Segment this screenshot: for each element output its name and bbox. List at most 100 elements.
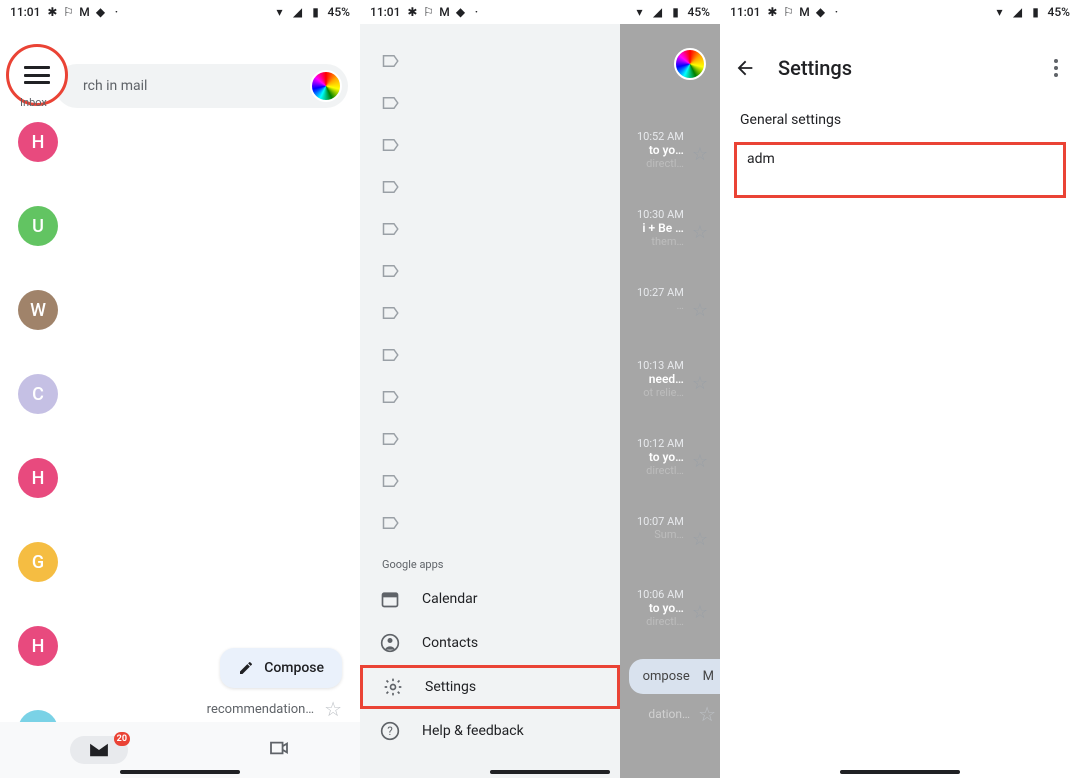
- inbox-top: rch in mail: [0, 24, 360, 94]
- message-text: 10:07 AM Sum…: [620, 515, 684, 541]
- wifi-icon: ▾: [274, 6, 286, 18]
- compose-button-bk[interactable]: ompose M: [629, 659, 720, 694]
- nav-handle[interactable]: [840, 770, 960, 774]
- drawer-label-item[interactable]: [360, 292, 620, 334]
- star-icon[interactable]: ☆: [692, 451, 708, 472]
- star-icon[interactable]: ☆: [692, 529, 708, 550]
- drawer-label-item[interactable]: [360, 40, 620, 82]
- nav-mail-tab[interactable]: 20: [70, 736, 128, 764]
- status-time: 11:01: [370, 5, 400, 19]
- label-tag-icon: [382, 222, 400, 236]
- sender-avatar[interactable]: C: [18, 374, 58, 414]
- drawer-label-settings: Settings: [425, 679, 476, 695]
- star-icon[interactable]: ☆: [692, 602, 708, 623]
- label-tag-icon: [382, 306, 400, 320]
- panel-settings: 11:01 ✱ ⚐ M ◆ · ▾ ◢ ▮ 45% Settings Gener…: [720, 0, 1080, 778]
- svg-text:?: ?: [387, 724, 393, 738]
- compose-button[interactable]: Compose: [220, 648, 342, 688]
- drawer-label-item[interactable]: [360, 124, 620, 166]
- status-right: ▾ ◢ ▮ 45%: [274, 5, 350, 19]
- drawer-label-item[interactable]: [360, 208, 620, 250]
- video-icon: [268, 740, 290, 756]
- drawer-label-item[interactable]: [360, 460, 620, 502]
- star-icon[interactable]: ☆: [698, 702, 716, 726]
- mail-badge: 20: [114, 732, 130, 746]
- message-text: 10:13 AM need… ot relie…: [620, 359, 684, 399]
- nav-handle[interactable]: [490, 770, 610, 774]
- settings-title: Settings: [778, 56, 852, 80]
- sender-avatar[interactable]: H: [18, 626, 58, 666]
- profile-avatar[interactable]: [674, 48, 706, 80]
- drawer-item-help[interactable]: ? Help & feedback: [360, 709, 620, 753]
- sender-avatar[interactable]: G: [18, 542, 58, 582]
- gmail-icon: M: [438, 6, 450, 18]
- drawer-label-item[interactable]: [360, 250, 620, 292]
- panel-drawer-open: 11:01 ✱ ⚐ M ◆ · ▾ ◢ ▮ 45% 10:52 AM to yo…: [360, 0, 720, 778]
- status-battery: 45%: [688, 5, 710, 19]
- nav-handle[interactable]: [120, 770, 240, 774]
- label-tag-icon: [382, 264, 400, 278]
- drawer-item-calendar[interactable]: Calendar: [360, 577, 620, 621]
- status-left: 11:01 ✱ ⚐ M ◆ ·: [370, 5, 482, 19]
- message-row[interactable]: 10:07 AM Sum… ☆: [620, 515, 714, 550]
- star-icon[interactable]: ☆: [692, 222, 708, 243]
- search-bar[interactable]: rch in mail: [55, 64, 348, 108]
- sender-avatar[interactable]: H: [18, 458, 58, 498]
- label-tag-icon: [382, 180, 400, 194]
- gear-icon: [383, 677, 403, 697]
- dot-icon: ·: [110, 6, 122, 18]
- navigation-drawer: Google apps Calendar Contacts Settings ?…: [360, 24, 620, 778]
- calendar-icon: [380, 589, 400, 609]
- drawer-label-item[interactable]: [360, 502, 620, 544]
- inbox-label: Inbox: [20, 96, 47, 109]
- overflow-menu-button[interactable]: [1046, 51, 1066, 85]
- status-bar: 11:01 ✱ ⚐ M ◆ · ▾ ◢ ▮ 45%: [0, 0, 360, 24]
- status-app-icons: ✱ ⚐ M ◆ ·: [406, 6, 482, 18]
- wifi-icon: ▾: [994, 6, 1006, 18]
- message-row[interactable]: 10:30 AM i + Be … them… ☆: [620, 208, 714, 248]
- message-row[interactable]: 10:12 AM to yo… directl… ☆: [620, 437, 714, 477]
- status-right: ▾ ◢ ▮ 45%: [634, 5, 710, 19]
- message-row[interactable]: 10:27 AM … ☆: [620, 286, 714, 321]
- message-row[interactable]: 10:13 AM need… ot relie… ☆: [620, 359, 714, 399]
- status-right: ▾ ◢ ▮ 45%: [994, 5, 1070, 19]
- status-battery: 45%: [1048, 5, 1070, 19]
- slack-icon: ✱: [46, 6, 58, 18]
- drawer-label-item[interactable]: [360, 166, 620, 208]
- sender-avatar[interactable]: U: [18, 206, 58, 246]
- flag-icon: ⚐: [62, 6, 74, 18]
- hamburger-icon: [24, 66, 50, 84]
- drawer-label-item[interactable]: [360, 82, 620, 124]
- star-icon[interactable]: ☆: [324, 697, 342, 721]
- backdrop-messages: 10:52 AM to yo… directl… ☆ 10:30 AM i + …: [620, 130, 714, 628]
- compose-m: M: [703, 669, 714, 684]
- drawer-backdrop[interactable]: 10:52 AM to yo… directl… ☆ 10:30 AM i + …: [620, 24, 720, 778]
- message-text: 10:06 AM to yo… directl…: [620, 588, 684, 628]
- battery-icon: ▮: [670, 6, 682, 18]
- wifi-icon: ▾: [634, 6, 646, 18]
- settings-account-item-highlighted[interactable]: adm: [734, 142, 1066, 198]
- message-row[interactable]: 10:52 AM to yo… directl… ☆: [620, 130, 714, 170]
- star-icon[interactable]: ☆: [692, 300, 708, 321]
- status-battery: 45%: [328, 5, 350, 19]
- drawer-section-header: Google apps: [360, 544, 620, 577]
- label-tag-icon: [382, 96, 400, 110]
- star-icon[interactable]: ☆: [692, 144, 708, 165]
- drawer-item-contacts[interactable]: Contacts: [360, 621, 620, 665]
- gmail-icon: M: [798, 6, 810, 18]
- settings-general-item[interactable]: General settings: [720, 100, 1080, 140]
- message-row[interactable]: 10:06 AM to yo… directl… ☆: [620, 588, 714, 628]
- drawer-label-item[interactable]: [360, 418, 620, 460]
- back-arrow-icon[interactable]: [734, 57, 756, 79]
- search-placeholder: rch in mail: [83, 78, 147, 94]
- recommendation-row[interactable]: recommendation… ☆: [207, 697, 342, 721]
- star-icon[interactable]: ☆: [692, 373, 708, 394]
- sender-avatar[interactable]: W: [18, 290, 58, 330]
- sender-avatar[interactable]: H: [18, 122, 58, 162]
- drawer-label-item[interactable]: [360, 376, 620, 418]
- nav-meet-tab[interactable]: [268, 740, 290, 760]
- drawer-label-item[interactable]: [360, 334, 620, 376]
- profile-avatar[interactable]: [310, 70, 342, 102]
- label-items: [360, 40, 620, 544]
- drawer-item-settings-highlighted[interactable]: Settings: [360, 665, 620, 709]
